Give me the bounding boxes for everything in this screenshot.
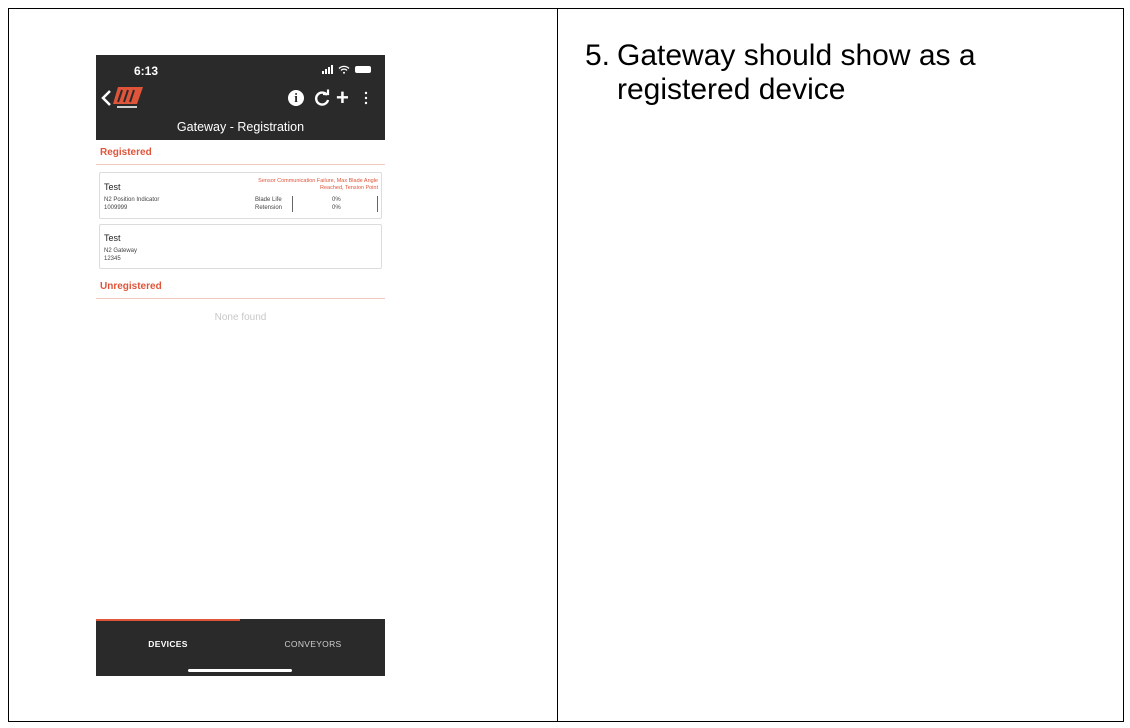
wifi-icon	[338, 65, 350, 74]
metric-divider	[292, 196, 293, 212]
battery-icon	[355, 66, 371, 73]
home-indicator	[188, 669, 292, 672]
active-tab-indicator	[96, 619, 240, 621]
metric-label: Retension	[255, 205, 283, 211]
phone-screenshot: 6:13 i + Gateway - Registration Register…	[96, 55, 385, 676]
unregistered-section-header: Unregistered	[96, 274, 385, 299]
martin-logo	[113, 87, 143, 108]
status-time: 6:13	[134, 64, 159, 78]
tab-conveyors[interactable]: CONVEYORS	[241, 639, 385, 649]
metric-value: 0%	[332, 197, 341, 203]
status-icons	[322, 65, 371, 74]
more-icon[interactable]	[364, 91, 368, 105]
device-list: Registered Test N2 Position Indicator 10…	[96, 140, 385, 619]
device-name: Test	[104, 182, 121, 192]
empty-state: None found	[214, 312, 267, 323]
refresh-icon[interactable]	[313, 89, 331, 107]
tab-bar: DEVICES CONVEYORS	[96, 619, 385, 676]
device-alert: Sensor Communication Failure, Max Blade …	[258, 178, 378, 191]
status-bar: 6:13	[96, 55, 385, 85]
step-number: 5.	[585, 39, 611, 72]
registered-section-header: Registered	[96, 140, 385, 165]
metric-label: Blade Life	[255, 197, 282, 203]
page-title: Gateway - Registration	[176, 120, 305, 134]
device-type: N2 Position Indicator	[104, 197, 160, 203]
device-card[interactable]: Test N2 Position Indicator 1009999 Senso…	[99, 172, 382, 219]
registered-label: Registered	[100, 147, 152, 158]
app-bar: i + Gateway - Registration	[96, 85, 385, 140]
signal-icon	[322, 65, 333, 74]
device-type: N2 Gateway	[104, 248, 138, 254]
step-text: Gateway should show as a registered devi…	[617, 39, 976, 106]
unregistered-label: Unregistered	[100, 281, 162, 292]
tab-devices[interactable]: DEVICES	[96, 639, 240, 649]
device-card[interactable]: Test N2 Gateway 12345	[99, 224, 382, 269]
instruction-table: 6:13 i + Gateway - Registration Register…	[8, 8, 1124, 722]
column-divider	[557, 9, 558, 721]
device-serial: 1009999	[104, 205, 128, 211]
back-icon[interactable]	[100, 88, 114, 108]
metric-value: 0%	[332, 205, 341, 211]
device-serial: 12345	[104, 256, 121, 262]
metric-divider	[377, 196, 378, 212]
info-icon[interactable]: i	[288, 90, 304, 106]
device-name: Test	[104, 233, 121, 243]
add-icon[interactable]: +	[336, 85, 349, 111]
